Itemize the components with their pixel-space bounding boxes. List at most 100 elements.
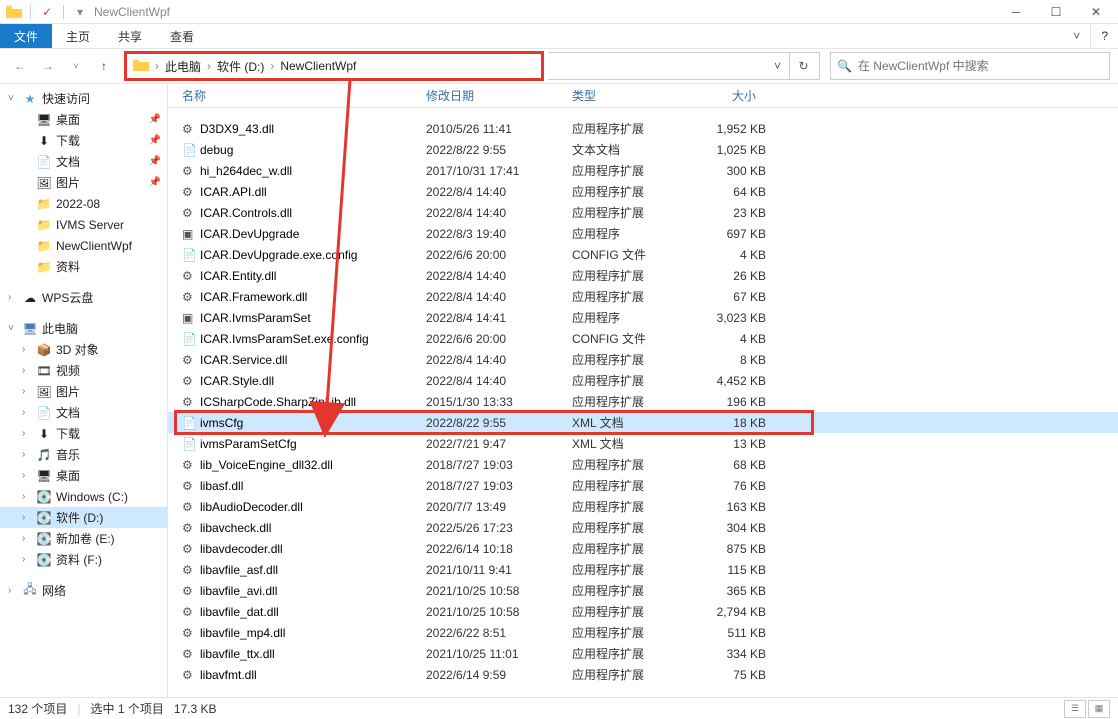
table-row[interactable]: ⚙libasf.dll2018/7/27 19:03应用程序扩展76 KB — [168, 475, 1118, 496]
table-row[interactable]: ▣ICAR.DevUpgrade2022/8/3 19:40应用程序697 KB — [168, 223, 1118, 244]
table-row[interactable]: 📄ICAR.IvmsParamSet.exe.config2022/6/6 20… — [168, 328, 1118, 349]
table-row[interactable]: ⚙ICAR.API.dll2022/8/4 14:40应用程序扩展64 KB — [168, 181, 1118, 202]
sidebar-item[interactable]: ›💽软件 (D:) — [0, 507, 167, 528]
chevron-right-icon[interactable]: › — [153, 59, 161, 73]
sidebar-item[interactable]: ›💽Windows (C:) — [0, 486, 167, 507]
forward-button[interactable]: → — [36, 54, 60, 78]
wps-cloud[interactable]: › ☁ WPS云盘 — [0, 287, 167, 308]
chevron-right-icon[interactable]: › — [22, 533, 32, 544]
chevron-right-icon[interactable]: › — [205, 59, 213, 73]
sidebar-item[interactable]: ›📦3D 对象 — [0, 339, 167, 360]
table-row[interactable]: 📄ivmsCfg2022/8/22 9:55XML 文档18 KB — [168, 412, 1118, 433]
sidebar-item[interactable]: ⬇下载📌 — [0, 130, 167, 151]
address-dropdown-icon[interactable]: ˅ — [768, 59, 787, 73]
breadcrumb[interactable]: › 此电脑 › 软件 (D:) › NewClientWpf — [124, 51, 544, 81]
crumb-pc[interactable]: 此电脑 — [165, 58, 201, 75]
file-rows[interactable]: ⚙D3DX9_43.dll2010/5/26 11:41应用程序扩展1,952 … — [168, 108, 1118, 697]
crumb-folder[interactable]: NewClientWpf — [280, 59, 356, 73]
sidebar-item[interactable]: ›🎵音乐 — [0, 444, 167, 465]
column-headers[interactable]: 名称 修改日期 类型 大小 — [168, 84, 1118, 108]
col-date[interactable]: 修改日期 — [426, 87, 572, 104]
chevron-right-icon[interactable]: › — [8, 292, 18, 303]
table-row[interactable]: ⚙libavfile_avi.dll2021/10/25 10:58应用程序扩展… — [168, 580, 1118, 601]
sidebar-item[interactable]: ›💽新加卷 (E:) — [0, 528, 167, 549]
sidebar-item[interactable]: 📁IVMS Server — [0, 214, 167, 235]
chevron-right-icon[interactable]: › — [22, 512, 32, 523]
quick-access[interactable]: ˅ ★ 快速访问 — [0, 88, 167, 109]
view-large-icon[interactable]: ▦ — [1088, 700, 1110, 718]
col-size[interactable]: 大小 — [688, 87, 766, 104]
help-button[interactable]: ? — [1090, 24, 1118, 48]
chevron-right-icon[interactable]: › — [22, 428, 32, 439]
table-row[interactable]: ⚙libavfile_mp4.dll2022/6/22 8:51应用程序扩展51… — [168, 622, 1118, 643]
ribbon-expand-icon[interactable]: ˅ — [1063, 24, 1090, 48]
table-row[interactable]: ⚙ICSharpCode.SharpZipLib.dll2015/1/30 13… — [168, 391, 1118, 412]
tab-view[interactable]: 查看 — [156, 24, 208, 48]
chevron-right-icon[interactable]: › — [22, 365, 32, 376]
search-input[interactable] — [858, 59, 1103, 73]
sidebar-item[interactable]: ›🖥桌面 — [0, 465, 167, 486]
chevron-right-icon[interactable]: › — [22, 470, 32, 481]
recent-dropdown-icon[interactable]: ˅ — [64, 54, 88, 78]
search-box[interactable]: 🔍 — [830, 52, 1110, 80]
table-row[interactable]: ⚙ICAR.Framework.dll2022/8/4 14:40应用程序扩展6… — [168, 286, 1118, 307]
address-extra[interactable]: ˅ ↻ — [548, 52, 820, 80]
table-row[interactable]: 📄ICAR.DevUpgrade.exe.config2022/6/6 20:0… — [168, 244, 1118, 265]
sidebar-item[interactable]: ›📄文档 — [0, 402, 167, 423]
sidebar-item[interactable]: 📄文档📌 — [0, 151, 167, 172]
back-button[interactable]: ← — [8, 54, 32, 78]
chevron-right-icon[interactable]: › — [22, 344, 32, 355]
sidebar-item[interactable]: 🖥桌面📌 — [0, 109, 167, 130]
chevron-right-icon[interactable]: › — [22, 407, 32, 418]
chevron-right-icon[interactable]: › — [22, 554, 32, 565]
table-row[interactable]: ⚙libAudioDecoder.dll2020/7/7 13:49应用程序扩展… — [168, 496, 1118, 517]
table-row[interactable]: ⚙ICAR.Service.dll2022/8/4 14:40应用程序扩展8 K… — [168, 349, 1118, 370]
table-row[interactable]: ▣ICAR.IvmsParamSet2022/8/4 14:41应用程序3,02… — [168, 307, 1118, 328]
tab-share[interactable]: 共享 — [104, 24, 156, 48]
maximize-button[interactable]: ☐ — [1036, 0, 1076, 24]
sidebar-item[interactable]: 📁2022-08 — [0, 193, 167, 214]
sidebar-item[interactable]: ›🎞视频 — [0, 360, 167, 381]
view-details-icon[interactable]: ☰ — [1064, 700, 1086, 718]
table-row[interactable]: ⚙libavfile_ttx.dll2021/10/25 11:01应用程序扩展… — [168, 643, 1118, 664]
table-row[interactable]: ⚙libavcheck.dll2022/5/26 17:23应用程序扩展304 … — [168, 517, 1118, 538]
sidebar-item[interactable]: 🖼图片📌 — [0, 172, 167, 193]
chevron-right-icon[interactable]: › — [268, 59, 276, 73]
up-button[interactable]: ↑ — [92, 54, 116, 78]
sidebar-item[interactable]: 📁资料 — [0, 256, 167, 277]
sidebar-item[interactable]: ›⬇下载 — [0, 423, 167, 444]
network[interactable]: › 🖧 网络 — [0, 580, 167, 601]
col-name[interactable]: 名称 — [182, 87, 426, 104]
tab-home[interactable]: 主页 — [52, 24, 104, 48]
sidebar-item[interactable]: ›💽资料 (F:) — [0, 549, 167, 570]
chevron-down-icon[interactable]: ˅ — [8, 323, 18, 334]
chevron-right-icon[interactable]: › — [22, 449, 32, 460]
tab-file[interactable]: 文件 — [0, 24, 52, 48]
sidebar-item[interactable]: 📁NewClientWpf — [0, 235, 167, 256]
refresh-button[interactable]: ↻ — [789, 53, 817, 79]
table-row[interactable]: ⚙libavdecoder.dll2022/6/14 10:18应用程序扩展87… — [168, 538, 1118, 559]
table-row[interactable]: ⚙ICAR.Controls.dll2022/8/4 14:40应用程序扩展23… — [168, 202, 1118, 223]
table-row[interactable]: ⚙hi_h264dec_w.dll2017/10/31 17:41应用程序扩展3… — [168, 160, 1118, 181]
table-row[interactable]: 📄debug2022/8/22 9:55文本文档1,025 KB — [168, 139, 1118, 160]
table-row[interactable]: ⚙ICAR.Style.dll2022/8/4 14:40应用程序扩展4,452… — [168, 370, 1118, 391]
table-row[interactable]: ⚙libavfmt.dll2022/6/14 9:59应用程序扩展75 KB — [168, 664, 1118, 685]
chevron-right-icon[interactable]: › — [22, 491, 32, 502]
minimize-button[interactable]: ─ — [996, 0, 1036, 24]
table-row[interactable]: ⚙ICAR.Entity.dll2022/8/4 14:40应用程序扩展26 K… — [168, 265, 1118, 286]
table-row[interactable]: 📄ivmsParamSetCfg2022/7/21 9:47XML 文档13 K… — [168, 433, 1118, 454]
properties-icon[interactable]: ✓ — [39, 4, 55, 20]
table-row[interactable]: ⚙lib_VoiceEngine_dll32.dll2018/7/27 19:0… — [168, 454, 1118, 475]
col-type[interactable]: 类型 — [572, 87, 688, 104]
chevron-right-icon[interactable]: › — [22, 386, 32, 397]
chevron-down-icon[interactable]: ˅ — [8, 93, 18, 104]
crumb-drive[interactable]: 软件 (D:) — [217, 58, 264, 75]
sidebar-item[interactable]: ›🖼图片 — [0, 381, 167, 402]
close-button[interactable]: ✕ — [1076, 0, 1116, 24]
qat-overflow-icon[interactable]: ▾ — [72, 4, 88, 20]
table-row[interactable]: ⚙D3DX9_43.dll2010/5/26 11:41应用程序扩展1,952 … — [168, 118, 1118, 139]
table-row[interactable]: ⚙libavfile_dat.dll2021/10/25 10:58应用程序扩展… — [168, 601, 1118, 622]
table-row[interactable]: ⚙libavfile_asf.dll2021/10/11 9:41应用程序扩展1… — [168, 559, 1118, 580]
navigation-pane[interactable]: ˅ ★ 快速访问 🖥桌面📌⬇下载📌📄文档📌🖼图片📌📁2022-08📁IVMS S… — [0, 84, 168, 697]
this-pc[interactable]: ˅ 🖥 此电脑 — [0, 318, 167, 339]
